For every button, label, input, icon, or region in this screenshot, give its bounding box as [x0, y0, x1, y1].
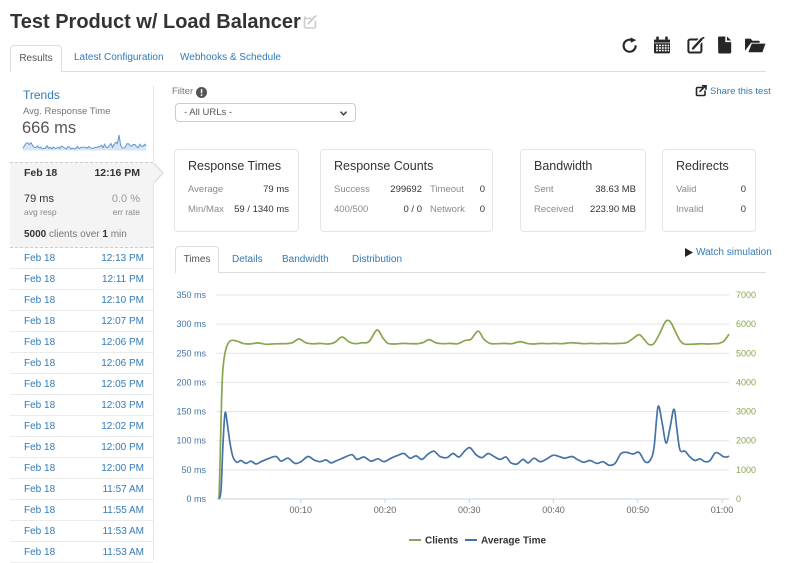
svg-text:0 ms: 0 ms — [186, 494, 206, 504]
svg-text:300 ms: 300 ms — [176, 319, 206, 329]
svg-text:00:10: 00:10 — [290, 505, 313, 515]
svg-text:2000: 2000 — [736, 436, 756, 446]
svg-text:7000: 7000 — [736, 290, 756, 300]
svg-text:Clients: Clients — [425, 536, 459, 547]
svg-text:1000: 1000 — [736, 465, 756, 475]
svg-text:200 ms: 200 ms — [176, 377, 206, 387]
svg-text:150 ms: 150 ms — [176, 407, 206, 417]
svg-text:6000: 6000 — [736, 319, 756, 329]
svg-text:00:30: 00:30 — [458, 505, 481, 515]
svg-text:Average Time: Average Time — [481, 536, 546, 547]
svg-text:5000: 5000 — [736, 348, 756, 358]
svg-text:00:20: 00:20 — [374, 505, 397, 515]
svg-text:4000: 4000 — [736, 377, 756, 387]
svg-text:100 ms: 100 ms — [176, 436, 206, 446]
svg-text:0: 0 — [736, 494, 741, 504]
svg-text:350 ms: 350 ms — [176, 290, 206, 300]
svg-text:50 ms: 50 ms — [181, 465, 206, 475]
svg-text:00:40: 00:40 — [542, 505, 565, 515]
svg-text:00:50: 00:50 — [627, 505, 650, 515]
svg-text:250 ms: 250 ms — [176, 348, 206, 358]
svg-text:01:00: 01:00 — [711, 505, 734, 515]
svg-text:3000: 3000 — [736, 407, 756, 417]
